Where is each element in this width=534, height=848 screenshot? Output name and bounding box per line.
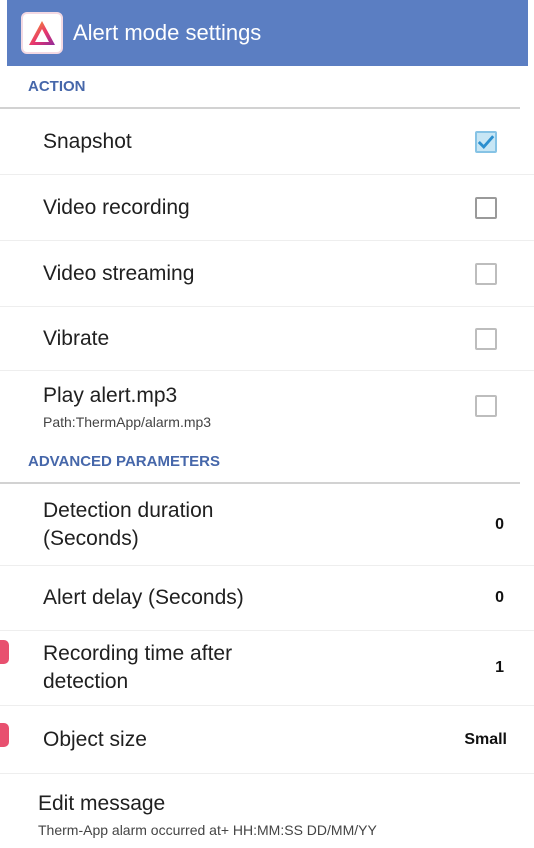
pref-value: 0 (495, 515, 504, 533)
pref-value: 1 (495, 659, 504, 676)
video-recording-checkbox[interactable] (475, 196, 497, 219)
pref-video-recording[interactable]: Video recording (0, 175, 534, 241)
pref-title-line: Recording time after (43, 642, 233, 665)
pref-title: Video recording (43, 195, 190, 219)
pref-value: 0 (495, 589, 504, 606)
pref-title: Object size (43, 727, 147, 751)
thermapp-logo-icon (21, 12, 63, 54)
page-title: Alert mode settings (73, 20, 262, 45)
vibrate-checkbox[interactable] (475, 327, 497, 350)
pref-object-size[interactable]: Object size Small (0, 706, 534, 774)
play-alert-checkbox[interactable] (475, 394, 497, 417)
pref-summary: Therm-App alarm occurred at+ HH:MM:SS DD… (38, 822, 377, 838)
pref-alert-delay[interactable]: Alert delay (Seconds) 0 (0, 566, 534, 631)
checkmark-icon (477, 134, 495, 149)
pref-title-line: Detection duration (43, 498, 214, 522)
preferences-list: ACTION Snapshot Video recording Video st… (0, 66, 534, 848)
pref-detection-duration[interactable]: Detection duration (Seconds) 0 (0, 484, 534, 566)
snapshot-checkbox[interactable] (475, 130, 497, 153)
pref-summary: Path:ThermApp/alarm.mp3 (43, 413, 212, 430)
video-streaming-checkbox[interactable] (475, 262, 497, 285)
pref-value: Small (464, 730, 507, 748)
pref-video-streaming[interactable]: Video streaming (0, 241, 534, 307)
category-action: ACTION (0, 66, 520, 109)
pref-recording-time[interactable]: Recording time after detection 1 (0, 631, 534, 706)
app-bar: Alert mode settings (7, 0, 528, 66)
pref-title-line: detection (43, 670, 129, 693)
pref-play-alert[interactable]: Play alert.mp3 Path:ThermApp/alarm.mp3 (0, 371, 534, 440)
pref-title: Vibrate (43, 326, 110, 350)
pref-edit-message[interactable]: Edit message Therm-App alarm occurred at… (0, 774, 534, 848)
pref-title: Snapshot (43, 129, 132, 153)
pref-title: Play alert.mp3 (43, 383, 178, 407)
pref-title: Video streaming (43, 261, 195, 285)
category-advanced: ADVANCED PARAMETERS (0, 440, 520, 484)
pref-title: Edit message (38, 792, 166, 815)
pref-vibrate[interactable]: Vibrate (0, 307, 534, 371)
pref-title: Alert delay (Seconds) (43, 586, 244, 609)
pref-snapshot[interactable]: Snapshot (0, 109, 534, 175)
pref-title-line: (Seconds) (43, 526, 139, 550)
